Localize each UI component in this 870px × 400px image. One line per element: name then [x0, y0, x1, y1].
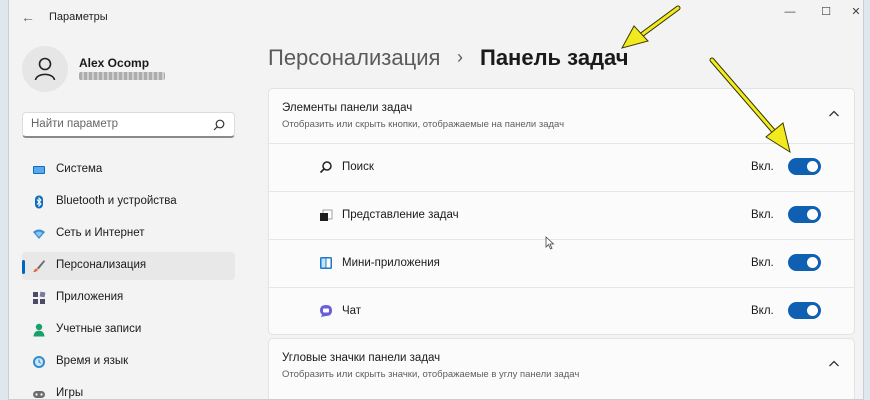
user-email-blurred	[79, 72, 165, 80]
sidebar-item-bluetooth[interactable]: Bluetooth и устройства	[22, 188, 235, 216]
toggle-state-label: Вкл.	[751, 305, 774, 317]
page-title: Панель задач	[480, 45, 629, 70]
back-arrow-icon[interactable]: ←	[19, 8, 37, 26]
maximize-button[interactable]: ☐	[815, 4, 837, 20]
breadcrumb-parent[interactable]: Персонализация	[268, 45, 440, 71]
search-icon	[319, 161, 332, 174]
sidebar-item-system[interactable]: Система	[22, 156, 235, 184]
toggle-knob	[807, 305, 818, 316]
taskbar-items-header[interactable]: Элементы панели задач Отобразить или скр…	[269, 89, 854, 143]
search-toggle[interactable]	[788, 158, 821, 175]
sidebar-item-label: Персонализация	[56, 259, 147, 271]
search-icon[interactable]	[212, 118, 226, 132]
minimize-button[interactable]: —	[779, 4, 801, 20]
setting-row-search: Поиск Вкл.	[269, 143, 854, 191]
setting-row-widgets: Мини-приложения Вкл.	[269, 239, 854, 287]
system-icon	[33, 166, 45, 174]
toggle-knob	[807, 257, 818, 268]
toggle-knob	[807, 209, 818, 220]
setting-row-task-view: Представление задач Вкл.	[269, 191, 854, 239]
apps-icon	[33, 291, 46, 304]
chat-toggle[interactable]	[788, 302, 821, 319]
sidebar-item-label: Bluetooth и устройства	[56, 195, 177, 207]
app-title: Параметры	[49, 11, 108, 23]
task-view-icon	[320, 209, 333, 221]
sidebar-item-label: Игры	[56, 387, 84, 399]
user-icon	[34, 57, 56, 81]
sidebar-item-network[interactable]: Сеть и Интернет	[22, 220, 235, 248]
network-icon	[33, 229, 45, 239]
bluetooth-icon	[35, 195, 43, 209]
group-title: Элементы панели задач	[282, 102, 413, 114]
chevron-up-icon[interactable]	[828, 359, 840, 369]
task-view-toggle[interactable]	[788, 206, 821, 223]
toggle-state-label: Вкл.	[751, 209, 774, 221]
toggle-state-label: Вкл.	[751, 257, 774, 269]
corner-icons-group[interactable]: Угловые значки панели задач Отобразить и…	[268, 338, 855, 399]
avatar[interactable]	[22, 46, 68, 92]
sidebar-item-label: Сеть и Интернет	[56, 227, 145, 239]
close-button[interactable]: ✕	[845, 4, 863, 20]
widgets-icon	[320, 257, 332, 269]
toggle-state-label: Вкл.	[751, 161, 774, 173]
setting-label: Поиск	[342, 161, 374, 173]
setting-label: Мини-приложения	[342, 257, 440, 269]
sidebar-item-label: Система	[56, 163, 103, 175]
accounts-icon	[33, 323, 45, 337]
toggle-knob	[807, 161, 818, 172]
brush-icon	[33, 260, 45, 273]
settings-window: ← Параметры — ☐ ✕ Alex Ocomp Система Blu…	[8, 0, 864, 400]
mouse-cursor-icon	[545, 236, 555, 250]
chevron-up-icon[interactable]	[828, 109, 840, 119]
setting-label: Чат	[342, 305, 362, 317]
taskbar-items-group: Элементы панели задач Отобразить или скр…	[268, 88, 855, 335]
search-box[interactable]	[22, 112, 235, 138]
sidebar-item-time-language[interactable]: Время и язык	[22, 348, 235, 376]
corner-icons-header[interactable]: Угловые значки панели задач Отобразить и…	[269, 339, 854, 393]
group-title: Угловые значки панели задач	[282, 352, 441, 364]
widgets-toggle[interactable]	[788, 254, 821, 271]
search-input[interactable]	[31, 118, 211, 130]
sidebar-item-apps[interactable]: Приложения	[22, 284, 235, 312]
sidebar-item-label: Учетные записи	[56, 323, 142, 335]
games-icon	[33, 391, 45, 398]
time-language-icon	[33, 356, 45, 368]
setting-row-chat: Чат Вкл.	[269, 287, 854, 335]
breadcrumb-chevron-icon: ›	[457, 47, 463, 67]
sidebar-item-label: Приложения	[56, 291, 124, 303]
group-subtitle: Отобразить или скрыть значки, отображаем…	[282, 369, 580, 380]
chat-icon	[320, 305, 332, 317]
sidebar-item-accounts[interactable]: Учетные записи	[22, 316, 235, 344]
title-bar: ← Параметры — ☐ ✕	[9, 0, 863, 36]
sidebar-item-personalization[interactable]: Персонализация	[22, 252, 235, 280]
sidebar-item-games[interactable]: Игры	[22, 380, 235, 399]
setting-label: Представление задач	[342, 209, 459, 221]
sidebar-item-label: Время и язык	[56, 355, 129, 367]
active-indicator	[22, 260, 25, 274]
user-name: Alex Ocomp	[79, 56, 150, 70]
group-subtitle: Отобразить или скрыть кнопки, отображаем…	[282, 119, 565, 130]
